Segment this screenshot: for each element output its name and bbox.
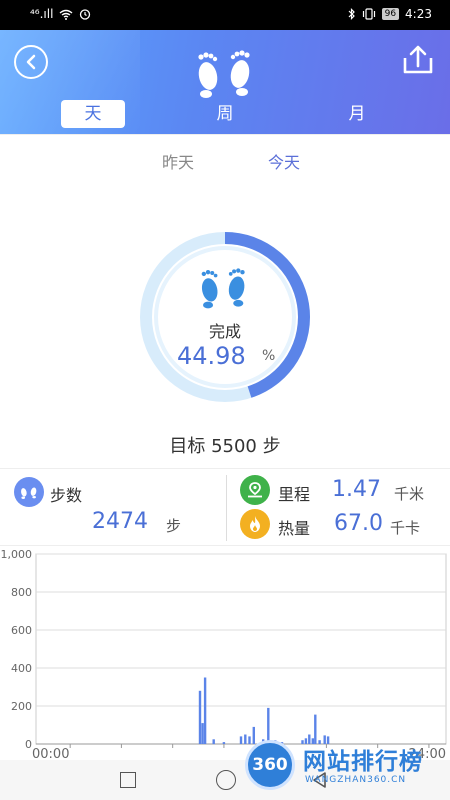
share-icon — [403, 45, 433, 74]
chart-y-tick-label: 800 — [11, 586, 32, 599]
chart-bar — [201, 723, 204, 744]
tab-day[interactable]: 天 — [61, 100, 125, 128]
chart-grid — [35, 553, 447, 748]
footprints-icon — [198, 50, 250, 98]
chart-y-tick-label: 0 — [25, 738, 32, 751]
chart-bar — [267, 707, 270, 744]
flame-icon — [250, 516, 260, 532]
footprints-icon — [201, 268, 245, 309]
chart-y-tick-label: 1,000 — [1, 548, 33, 561]
steps-badge — [14, 477, 44, 507]
watermark-logo: 360 — [245, 740, 295, 790]
location-pin-icon — [248, 482, 262, 498]
calories-value: 67.0 — [334, 511, 383, 536]
chart-bar — [198, 690, 202, 744]
signal-icon: ⁴⁶.ıll — [30, 7, 54, 21]
calories-unit: 千卡 — [390, 519, 421, 537]
chart-bar — [203, 677, 207, 744]
footprints-icon — [21, 487, 37, 499]
battery-level: 96 — [381, 8, 400, 20]
steps-value: 2474 — [92, 509, 148, 534]
recent-apps-button[interactable] — [120, 772, 136, 788]
chart-bar — [212, 739, 215, 745]
header: 天 周 月 — [0, 30, 450, 134]
watermark-url: WANGZHAN360.CN — [305, 775, 407, 785]
steps-label: 步数 — [50, 486, 83, 505]
distance-value: 1.47 — [332, 477, 381, 502]
period-tabs: 天 周 月 — [0, 98, 450, 130]
hourly-steps-chart: 02004006008001,00000:00 24:00 — [1, 548, 447, 760]
step-goal: 目标 5500 步 — [169, 436, 281, 457]
chart-bar — [239, 736, 243, 744]
distance-label: 里程 — [278, 485, 311, 504]
tab-week[interactable]: 周 — [193, 100, 257, 128]
distance-unit: 千米 — [394, 485, 425, 503]
home-button[interactable] — [216, 770, 236, 790]
progress-ring — [140, 232, 310, 402]
chevron-left-icon — [26, 54, 36, 70]
tab-month[interactable]: 月 — [325, 100, 389, 128]
status-right: 96 4:23 — [348, 7, 432, 21]
distance-badge — [240, 475, 270, 505]
subtab-yesterday[interactable]: 昨天 — [162, 149, 194, 173]
back-button[interactable] — [14, 45, 48, 79]
clock: 4:23 — [405, 7, 432, 21]
chart-bars — [198, 677, 330, 745]
chart-y-tick-label: 200 — [11, 700, 32, 713]
share-button[interactable] — [400, 44, 436, 76]
chart-frame — [35, 553, 447, 745]
calories-badge — [240, 509, 270, 539]
chart-y-tick-label: 600 — [11, 624, 32, 637]
alarm-icon — [80, 9, 91, 20]
chart-bar — [222, 742, 226, 744]
percent-sign: % — [262, 348, 276, 364]
wifi-icon — [59, 9, 73, 20]
watermark-name: 网站排行榜 — [303, 749, 423, 775]
steps-unit: 步 — [166, 517, 182, 535]
chart-y-tick-label: 400 — [11, 662, 32, 675]
progress-label: 完成 — [208, 322, 241, 341]
subtab-today[interactable]: 今天 — [268, 149, 300, 173]
chart-x-tick-label: 00:00 — [32, 747, 69, 760]
progress-percent: 44.98 — [177, 342, 246, 370]
stats-divider — [226, 475, 227, 541]
status-bar: ⁴⁶.ıll 96 4:23 — [0, 0, 450, 30]
bluetooth-icon — [348, 8, 355, 20]
status-left: ⁴⁶.ıll — [30, 7, 91, 21]
day-subtabs: 昨天 今天 — [0, 134, 450, 184]
calories-label: 热量 — [278, 519, 311, 538]
watermark: 360 网站排行榜 WANGZHAN360.CN — [245, 740, 450, 800]
stats-panel: 步数 2474 步 里程 1.47 千米 热量 67.0 千卡 — [0, 468, 450, 546]
chart-labels: 02004006008001,00000:00 24:00 — [1, 548, 447, 760]
vibrate-icon — [362, 8, 375, 20]
